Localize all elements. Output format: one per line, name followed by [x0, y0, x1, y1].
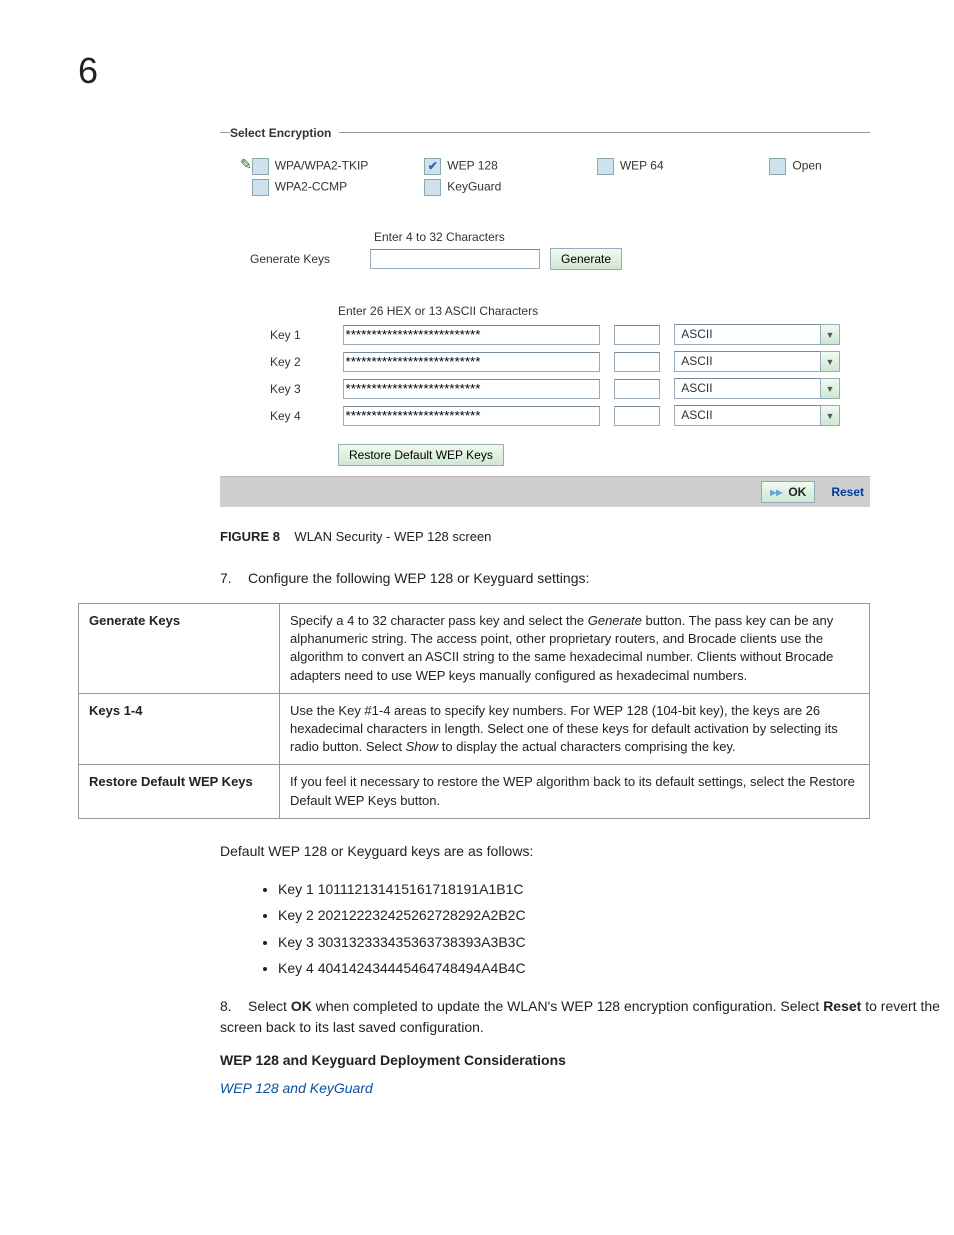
- key-label: Key 3: [270, 382, 329, 396]
- restore-default-button[interactable]: Restore Default WEP Keys: [338, 444, 504, 466]
- key2-input[interactable]: [343, 352, 601, 372]
- key-row: Key 2 ASCII▼: [250, 351, 840, 372]
- key3-type-select[interactable]: ASCII: [674, 378, 840, 399]
- key-row: Key 4 ASCII▼: [250, 405, 840, 426]
- key-row: Key 3 ASCII▼: [250, 378, 840, 399]
- edit-icon: ✎: [240, 154, 252, 200]
- figure-caption: FIGURE 8 WLAN Security - WEP 128 screen: [220, 529, 954, 544]
- chevron-down-icon[interactable]: ▼: [820, 378, 840, 399]
- chevron-down-icon[interactable]: ▼: [820, 351, 840, 372]
- passkey-hint: Enter 4 to 32 Characters: [374, 230, 840, 244]
- keys-hint: Enter 26 HEX or 13 ASCII Characters: [338, 304, 840, 318]
- defaults-list: Key 1 101112131415161718191A1B1C Key 2 2…: [260, 876, 954, 982]
- row-header: Keys 1-4: [79, 693, 280, 765]
- table-row: Keys 1-4 Use the Key #1-4 areas to speci…: [79, 693, 870, 765]
- list-item: Key 1 101112131415161718191A1B1C: [278, 876, 954, 903]
- forward-icon: ▸▸: [770, 485, 782, 499]
- step-7: 7.Configure the following WEP 128 or Key…: [220, 568, 954, 589]
- list-item: Key 3 303132333435363738393A3B3C: [278, 929, 954, 956]
- fieldset-label: Select Encryption: [230, 126, 339, 140]
- key4-aux[interactable]: [614, 406, 660, 426]
- ok-button[interactable]: ▸▸OK: [761, 481, 815, 503]
- table-row: Restore Default WEP Keys If you feel it …: [79, 765, 870, 818]
- key-label: Key 2: [270, 355, 329, 369]
- row-desc: Specify a 4 to 32 character pass key and…: [280, 604, 870, 694]
- row-header: Restore Default WEP Keys: [79, 765, 280, 818]
- key2-type-select[interactable]: ASCII: [674, 351, 840, 372]
- key4-type-select[interactable]: ASCII: [674, 405, 840, 426]
- cb-label: KeyGuard: [447, 180, 501, 194]
- checkbox-keyguard[interactable]: [424, 179, 441, 196]
- key4-input[interactable]: [343, 406, 601, 426]
- checkbox-wep128[interactable]: ✔: [424, 158, 441, 175]
- passkey-input[interactable]: [370, 249, 540, 269]
- key1-aux[interactable]: [614, 325, 660, 345]
- checkbox-wep64[interactable]: [597, 158, 614, 175]
- generate-keys-label: Generate Keys: [250, 252, 360, 266]
- key-label: Key 1: [270, 328, 329, 342]
- key1-input[interactable]: [343, 325, 601, 345]
- sub-heading: WEP 128 and Keyguard Deployment Consider…: [220, 1052, 954, 1068]
- row-desc: If you feel it necessary to restore the …: [280, 765, 870, 818]
- cb-label: WEP 64: [620, 159, 664, 173]
- checkbox-open[interactable]: [769, 158, 786, 175]
- chevron-down-icon[interactable]: ▼: [820, 324, 840, 345]
- row-header: Generate Keys: [79, 604, 280, 694]
- table-row: Generate Keys Specify a 4 to 32 characte…: [79, 604, 870, 694]
- dialog-footer: ▸▸OK Reset: [220, 476, 870, 507]
- cb-label: WEP 128: [447, 159, 497, 173]
- key2-aux[interactable]: [614, 352, 660, 372]
- list-item: Key 2 202122232425262728292A2B2C: [278, 902, 954, 929]
- wep128-keyguard-link[interactable]: WEP 128 and KeyGuard: [220, 1080, 954, 1096]
- key3-input[interactable]: [343, 379, 601, 399]
- chevron-down-icon[interactable]: ▼: [820, 405, 840, 426]
- settings-table: Generate Keys Specify a 4 to 32 characte…: [78, 603, 870, 819]
- cb-label: WPA2-CCMP: [275, 180, 347, 194]
- list-item: Key 4 404142434445464748494A4B4C: [278, 955, 954, 982]
- key1-type-select[interactable]: ASCII: [674, 324, 840, 345]
- row-desc: Use the Key #1-4 areas to specify key nu…: [280, 693, 870, 765]
- key-label: Key 4: [270, 409, 329, 423]
- reset-button[interactable]: Reset: [831, 485, 864, 499]
- key3-aux[interactable]: [614, 379, 660, 399]
- generate-button[interactable]: Generate: [550, 248, 622, 270]
- defaults-intro: Default WEP 128 or Keyguard keys are as …: [220, 841, 954, 862]
- key-row: Key 1 ASCII▼: [250, 324, 840, 345]
- cb-label: WPA/WPA2-TKIP: [275, 159, 369, 173]
- chapter-number: 6: [78, 50, 954, 92]
- checkbox-ccmp[interactable]: [252, 179, 269, 196]
- checkbox-tkip[interactable]: [252, 158, 269, 175]
- step-8: 8.Select OK when completed to update the…: [220, 996, 954, 1038]
- cb-label: Open: [792, 159, 821, 173]
- wep128-screenshot: Select Encryption ✎ WPA/WPA2-TKIP WPA2-C…: [220, 132, 870, 507]
